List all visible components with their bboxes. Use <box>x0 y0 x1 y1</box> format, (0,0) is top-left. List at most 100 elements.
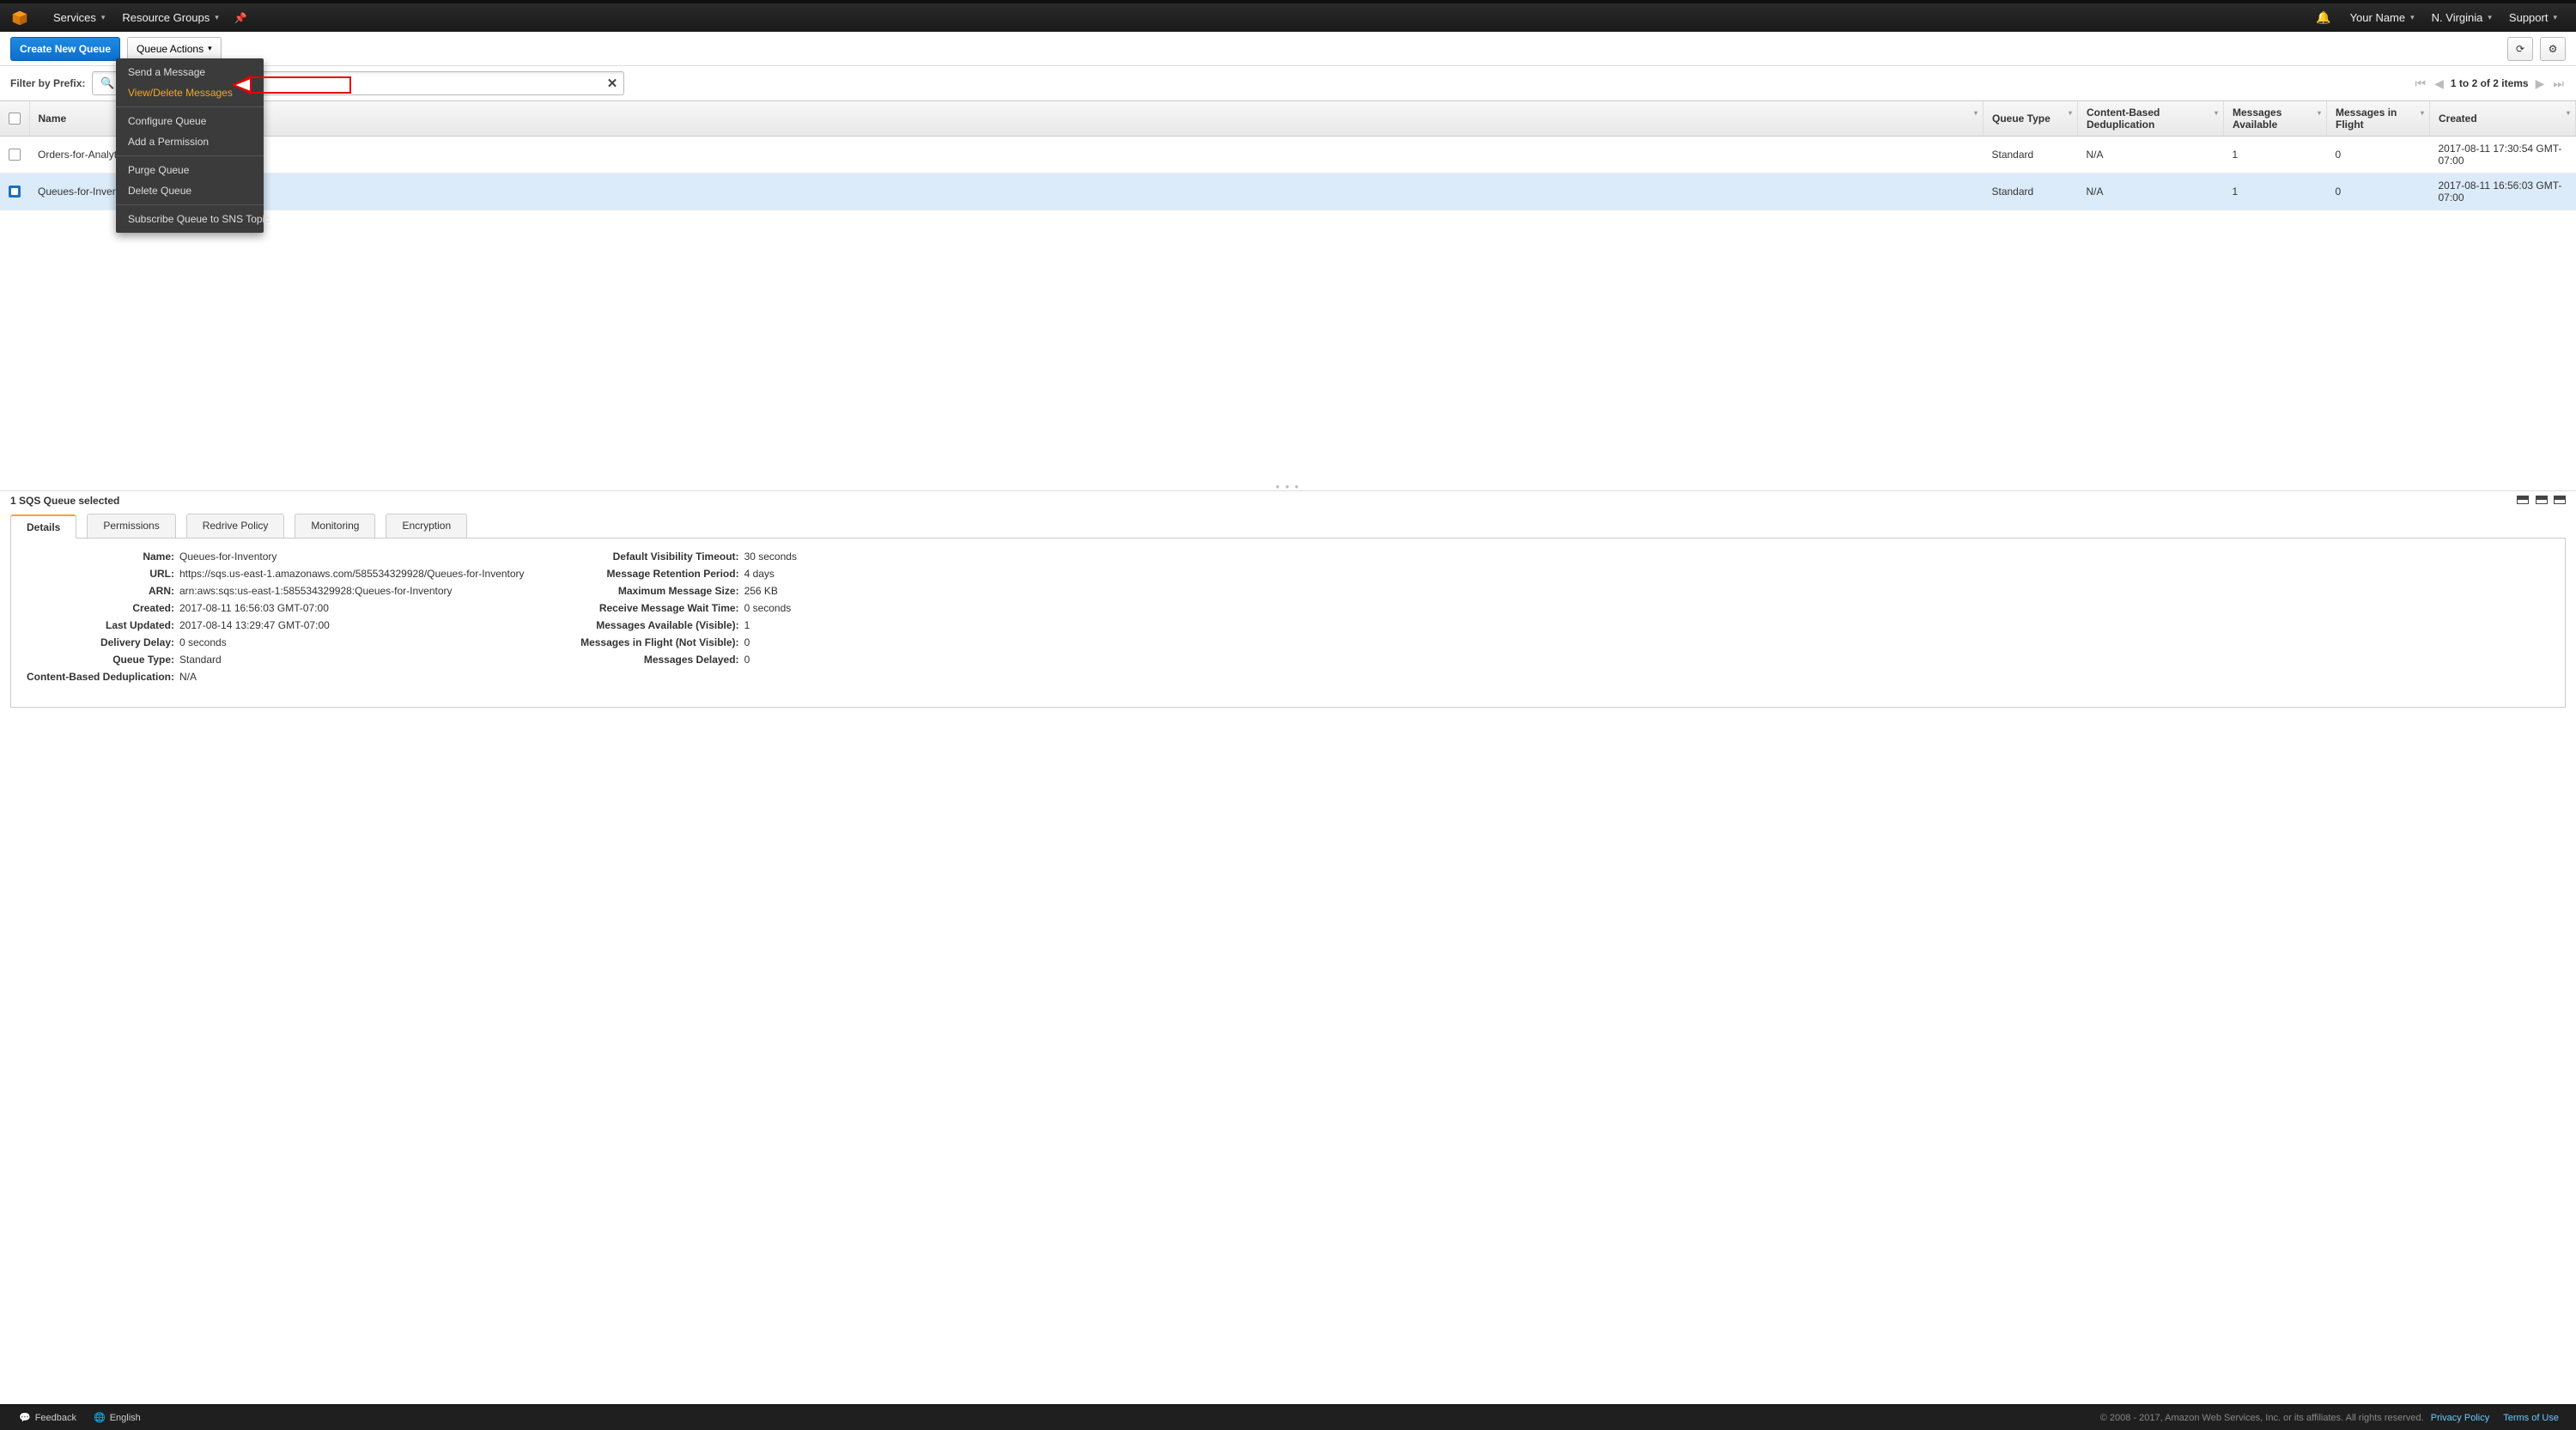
language-selector[interactable]: 🌐English <box>85 1412 149 1423</box>
detail-left-column: Name:Queues-for-Inventory URL:https://sq… <box>20 551 525 683</box>
detail-availv-label: Messages Available (Visible): <box>550 619 739 631</box>
col-created[interactable]: Created <box>2430 101 2576 137</box>
menu-purge-queue[interactable]: Purge Queue <box>116 160 264 180</box>
cell-available: 1 <box>2224 137 2327 173</box>
col-checkbox[interactable] <box>0 101 29 137</box>
globe-icon: 🌐 <box>94 1412 106 1423</box>
detail-vis-label: Default Visibility Timeout: <box>550 551 739 563</box>
menu-configure-queue[interactable]: Configure Queue <box>116 111 264 131</box>
col-dedup[interactable]: Content-Based Deduplication <box>2078 101 2224 137</box>
col-available[interactable]: Messages Available <box>2224 101 2327 137</box>
detail-vis-value: 30 seconds <box>744 551 797 563</box>
cell-queue-type: Standard <box>1984 173 2078 210</box>
page-first-button[interactable]: ⏮ <box>2414 76 2428 91</box>
menu-separator <box>116 155 264 156</box>
page-prev-button[interactable]: ◀ <box>2433 76 2445 91</box>
detail-qtype-label: Queue Type: <box>20 654 174 666</box>
tab-redrive-policy[interactable]: Redrive Policy <box>186 514 285 538</box>
clear-filter-button[interactable]: ✕ <box>607 76 618 91</box>
refresh-button[interactable]: ⟳ <box>2507 37 2533 61</box>
queue-table: Name Queue Type Content-Based Deduplicat… <box>0 100 2576 210</box>
menu-view-delete-messages[interactable]: View/Delete Messages <box>116 82 264 103</box>
cell-name: Orders-for-Analytics <box>29 137 1984 173</box>
detail-updated-value: 2017-08-14 13:29:47 GMT-07:00 <box>179 619 330 631</box>
chevron-down-icon: ▾ <box>208 44 212 53</box>
nav-resource-groups[interactable]: Resource Groups▾ <box>113 2 227 33</box>
layout-bottom-button[interactable] <box>2554 496 2566 504</box>
detail-qtype-value: Standard <box>179 654 222 666</box>
cell-dedup: N/A <box>2078 173 2224 210</box>
panel-layout-buttons <box>2513 495 2566 507</box>
nav-username[interactable]: Your Name▾ <box>2342 2 2423 33</box>
detail-delayed-label: Messages Delayed: <box>550 654 739 666</box>
row-checkbox[interactable] <box>9 186 21 198</box>
create-queue-button[interactable]: Create New Queue <box>10 37 120 61</box>
detail-availv-value: 1 <box>744 619 750 631</box>
nav-support[interactable]: Support▾ <box>2500 2 2566 33</box>
detail-header-bar: 1 SQS Queue selected <box>0 490 2576 510</box>
queue-actions-button[interactable]: Queue Actions▾ <box>127 37 222 61</box>
page-last-button[interactable]: ⏭ <box>2551 76 2566 91</box>
tab-details[interactable]: Details <box>10 514 76 539</box>
detail-max-value: 256 KB <box>744 585 778 597</box>
nav-region[interactable]: N. Virginia▾ <box>2423 2 2500 33</box>
feedback-icon: 💬 <box>19 1412 31 1423</box>
detail-max-label: Maximum Message Size: <box>550 585 739 597</box>
tab-monitoring[interactable]: Monitoring <box>295 514 375 538</box>
table-row[interactable]: Queues-for-InventoryStandardN/A102017-08… <box>0 173 2576 210</box>
detail-delayed-value: 0 <box>744 654 750 666</box>
tab-permissions[interactable]: Permissions <box>87 514 175 538</box>
settings-button[interactable]: ⚙ <box>2540 37 2566 61</box>
aws-logo-icon[interactable] <box>10 9 29 27</box>
menu-delete-queue[interactable]: Delete Queue <box>116 180 264 201</box>
cell-created: 2017-08-11 17:30:54 GMT-07:00 <box>2430 137 2576 173</box>
col-in-flight[interactable]: Messages in Flight <box>2327 101 2430 137</box>
detail-flightv-label: Messages in Flight (Not Visible): <box>550 636 739 648</box>
detail-delay-value: 0 seconds <box>179 636 227 648</box>
detail-arn-label: ARN: <box>20 585 174 597</box>
detail-body: Name:Queues-for-Inventory URL:https://sq… <box>10 538 2566 708</box>
page-footer: 💬Feedback 🌐English © 2008 - 2017, Amazon… <box>0 1404 2576 1430</box>
detail-created-label: Created: <box>20 602 174 614</box>
col-name[interactable]: Name <box>29 101 1984 137</box>
detail-delay-label: Delivery Delay: <box>20 636 174 648</box>
cell-queue-type: Standard <box>1984 137 2078 173</box>
notifications-icon[interactable]: 🔔 <box>2306 10 2341 25</box>
page-range-text: 1 to 2 of 2 items <box>2451 77 2529 89</box>
select-all-checkbox[interactable] <box>9 113 21 125</box>
table-row[interactable]: Orders-for-AnalyticsStandardN/A102017-08… <box>0 137 2576 173</box>
menu-send-message[interactable]: Send a Message <box>116 62 264 82</box>
search-icon: 🔍 <box>100 76 114 90</box>
chevron-down-icon: ▾ <box>2553 13 2557 22</box>
layout-split-button[interactable] <box>2536 496 2548 504</box>
feedback-link[interactable]: 💬Feedback <box>10 1412 85 1423</box>
detail-ret-value: 4 days <box>744 568 775 580</box>
menu-separator <box>116 204 264 205</box>
detail-flightv-value: 0 <box>744 636 750 648</box>
detail-name-label: Name: <box>20 551 174 563</box>
panel-splitter[interactable]: ● ● ● <box>0 482 2576 490</box>
cell-in-flight: 0 <box>2327 137 2430 173</box>
gear-icon: ⚙ <box>2549 43 2558 55</box>
detail-url-value: https://sqs.us-east-1.amazonaws.com/5855… <box>179 568 525 580</box>
menu-add-permission[interactable]: Add a Permission <box>116 131 264 152</box>
cell-name: Queues-for-Inventory <box>29 173 1984 210</box>
layout-top-button[interactable] <box>2517 496 2529 504</box>
page-next-button[interactable]: ▶ <box>2534 76 2547 91</box>
nav-services[interactable]: Services▾ <box>45 2 113 33</box>
pin-shortcut-icon[interactable]: 📌 <box>228 12 254 24</box>
detail-created-value: 2017-08-11 16:56:03 GMT-07:00 <box>179 602 329 614</box>
detail-arn-value: arn:aws:sqs:us-east-1:585534329928:Queue… <box>179 585 453 597</box>
col-queue-type[interactable]: Queue Type <box>1984 101 2078 137</box>
cell-in-flight: 0 <box>2327 173 2430 210</box>
detail-dedup-label: Content-Based Deduplication: <box>20 671 174 683</box>
detail-name-value: Queues-for-Inventory <box>179 551 276 563</box>
terms-of-use-link[interactable]: Terms of Use <box>2496 1413 2566 1423</box>
row-checkbox[interactable] <box>9 149 21 161</box>
tab-encryption[interactable]: Encryption <box>386 514 467 538</box>
detail-tabs: Details Permissions Redrive Policy Monit… <box>0 514 2576 538</box>
privacy-policy-link[interactable]: Privacy Policy <box>2424 1413 2496 1423</box>
menu-separator <box>116 106 264 107</box>
menu-subscribe-sns[interactable]: Subscribe Queue to SNS Topic <box>116 209 264 229</box>
chevron-down-icon: ▾ <box>101 13 106 22</box>
